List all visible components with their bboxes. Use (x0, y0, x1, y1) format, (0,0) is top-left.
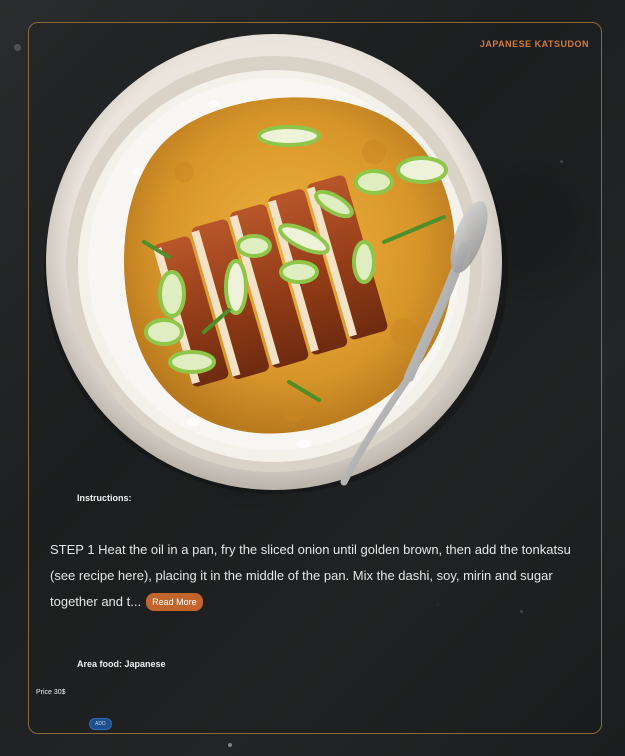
instructions-label: Instructions: (77, 493, 132, 503)
instructions-text: STEP 1 Heat the oil in a pan, fry the sl… (50, 537, 580, 615)
area-food-label: Area food: Japanese (77, 659, 166, 669)
background-speck (14, 44, 21, 51)
add-button[interactable]: ADD (89, 718, 112, 730)
read-more-button[interactable]: Read More (146, 593, 203, 611)
dish-image (44, 34, 508, 494)
instructions-body: STEP 1 Heat the oil in a pan, fry the sl… (50, 542, 571, 609)
price-label: Price 30$ (36, 689, 66, 696)
recipe-card: JAPANESE KATSUDON Instructions: STEP 1 H… (28, 22, 602, 734)
bottom-dot (228, 743, 232, 747)
